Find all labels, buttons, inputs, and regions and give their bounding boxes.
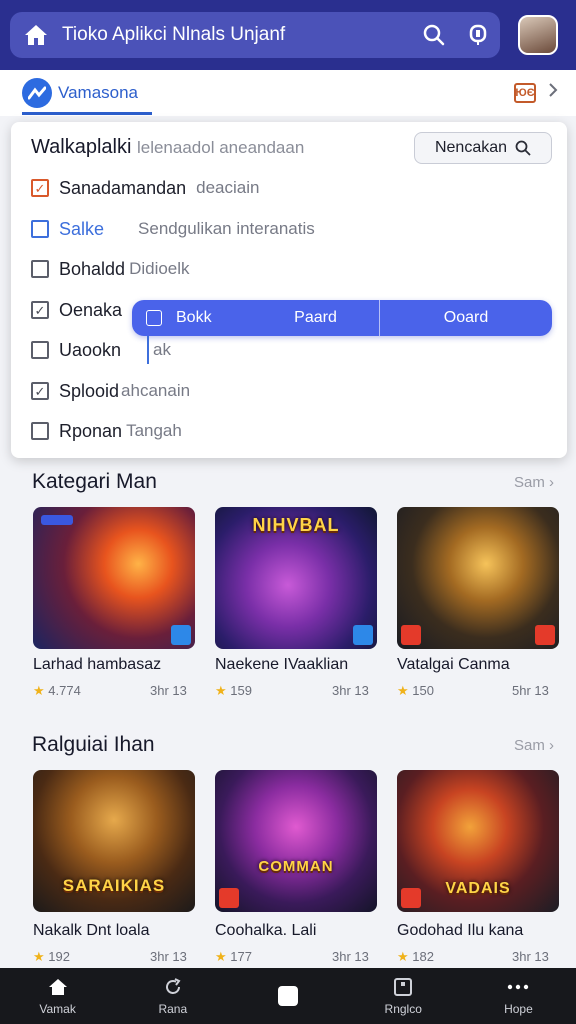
more-icon <box>507 976 529 998</box>
see-all-link[interactable]: Sam › <box>514 474 554 491</box>
star-icon: ★ <box>397 949 409 964</box>
checkbox-unchecked[interactable] <box>31 341 49 359</box>
nav-item-home[interactable]: Vamak <box>0 968 115 1024</box>
square-icon <box>277 985 299 1007</box>
game-size: 3hr 13 <box>150 683 187 698</box>
checkbox-checked[interactable]: ✓ <box>31 179 49 197</box>
see-all-link[interactable]: Sam › <box>514 737 554 754</box>
game-art-title: NIHVBAL <box>252 515 340 535</box>
game-rating: ★ 150 <box>397 683 434 698</box>
game-title[interactable]: Nakalk Dnt loala <box>33 922 150 940</box>
segment-ooard[interactable]: Ooard <box>380 309 552 327</box>
game-rating: ★ 4.774 <box>33 683 81 698</box>
panel-title: Walkaplalki lelenaadol aneandaan <box>31 136 305 158</box>
shield-icon[interactable] <box>456 12 500 58</box>
star-icon: ★ <box>33 683 45 698</box>
refresh-icon <box>162 976 184 998</box>
store-badge-icon <box>401 625 421 645</box>
filter-dropdown-panel: Walkaplalki lelenaadol aneandaan Nencaka… <box>11 122 567 458</box>
platform-badge-icon <box>353 625 373 645</box>
game-title[interactable]: Larhad hambasaz <box>33 656 161 674</box>
game-title[interactable]: Vatalgai Canma <box>397 656 510 674</box>
star-icon: ★ <box>215 949 227 964</box>
image-icon <box>146 310 162 326</box>
frame-icon <box>392 976 414 998</box>
active-tab-indicator <box>22 112 152 115</box>
game-size: 3hr 13 <box>332 949 369 964</box>
nav-item-rnglco[interactable]: Rnglco <box>346 968 461 1024</box>
game-rating: ★ 182 <box>397 949 434 964</box>
filter-option[interactable]: ✓ Sanadamandan deaciain <box>31 175 259 201</box>
game-card-image[interactable]: VADAIS <box>397 770 559 912</box>
filter-option[interactable]: ✓ Oenaka <box>31 297 122 323</box>
segmented-control: Bokk Paard Ooard <box>132 300 552 336</box>
checkbox-checked[interactable]: ✓ <box>31 382 49 400</box>
home-icon <box>47 976 69 998</box>
filter-option[interactable]: Bohaldd Didioelk <box>31 256 190 282</box>
game-size: 5hr 13 <box>512 683 549 698</box>
section-title: Ralguiai Ihan <box>32 733 155 756</box>
search-bar[interactable]: Tioko Aplikci Nlnals Unjanf <box>10 12 500 58</box>
star-icon: ★ <box>33 949 45 964</box>
game-card-image[interactable] <box>397 507 559 649</box>
star-icon: ★ <box>215 683 227 698</box>
game-card-image[interactable]: SARAIKIAS <box>33 770 195 912</box>
section-title: Kategari Man <box>32 470 157 493</box>
game-title[interactable]: Coohalka. Lali <box>215 922 316 940</box>
home-icon[interactable] <box>10 12 62 58</box>
panel-subtitle: lelenaadol aneandaan <box>136 138 305 157</box>
platform-badge-icon <box>171 625 191 645</box>
region-badge[interactable]: ЮЄ <box>514 82 536 103</box>
drag-cursor-indicator <box>147 336 149 364</box>
checkbox-unchecked[interactable] <box>31 220 49 238</box>
checkbox-unchecked[interactable] <box>31 422 49 440</box>
game-rating: ★ 159 <box>215 683 252 698</box>
publisher-tag <box>41 515 73 525</box>
app-title: Tioko Aplikci Nlnals Unjanf <box>62 24 286 45</box>
brand-tab[interactable]: Vamasona <box>22 78 138 108</box>
brand-name: Vamasona <box>58 83 139 102</box>
game-art-title: VADAIS <box>445 880 511 897</box>
game-title[interactable]: Naekene IVaaklian <box>215 656 348 674</box>
search-icon[interactable] <box>412 12 456 58</box>
bottom-navigation: Vamak Rana Rnglco Hope <box>0 968 576 1024</box>
filter-option[interactable]: Rponan Tangah <box>31 418 182 444</box>
platform-badge-icon <box>535 625 555 645</box>
store-badge-icon <box>219 888 239 908</box>
nav-item-center[interactable] <box>230 968 345 1024</box>
game-size: 3hr 13 <box>150 949 187 964</box>
checkbox-checked[interactable]: ✓ <box>31 301 49 319</box>
game-card-image[interactable]: COMMAN <box>215 770 377 912</box>
segment-paard[interactable]: Paard <box>252 300 380 336</box>
nav-item-hope[interactable]: Hope <box>461 968 576 1024</box>
sub-navigation: Vamasona ЮЄ <box>0 70 576 116</box>
game-rating: ★ 177 <box>215 949 252 964</box>
game-size: 3hr 13 <box>512 949 549 964</box>
nav-item-rana[interactable]: Rana <box>115 968 230 1024</box>
game-title[interactable]: Godohad Ilu kana <box>397 922 523 940</box>
filter-option[interactable]: ✓ Splooid ahcanain <box>31 378 190 404</box>
segment-bokk[interactable]: Bokk <box>132 309 252 327</box>
game-size: 3hr 13 <box>332 683 369 698</box>
filter-option[interactable]: Salke Sendgulikan interanatis <box>31 216 315 242</box>
brand-logo-icon <box>22 78 52 108</box>
game-card-image[interactable]: NIHVBAL <box>215 507 377 649</box>
panel-search-button[interactable]: Nencakan <box>414 132 552 164</box>
store-badge-icon <box>401 888 421 908</box>
top-app-bar: Tioko Aplikci Nlnals Unjanf <box>0 0 576 70</box>
star-icon: ★ <box>397 683 409 698</box>
avatar[interactable] <box>518 15 558 55</box>
game-art-title: COMMAN <box>258 858 334 875</box>
search-icon <box>515 140 531 156</box>
game-card-image[interactable] <box>33 507 195 649</box>
filter-option[interactable]: Uaookn ak <box>31 337 171 363</box>
game-art-title: SARAIKIAS <box>62 876 166 895</box>
checkbox-unchecked[interactable] <box>31 260 49 278</box>
chevron-right-icon[interactable] <box>548 82 558 103</box>
game-rating: ★ 192 <box>33 949 70 964</box>
